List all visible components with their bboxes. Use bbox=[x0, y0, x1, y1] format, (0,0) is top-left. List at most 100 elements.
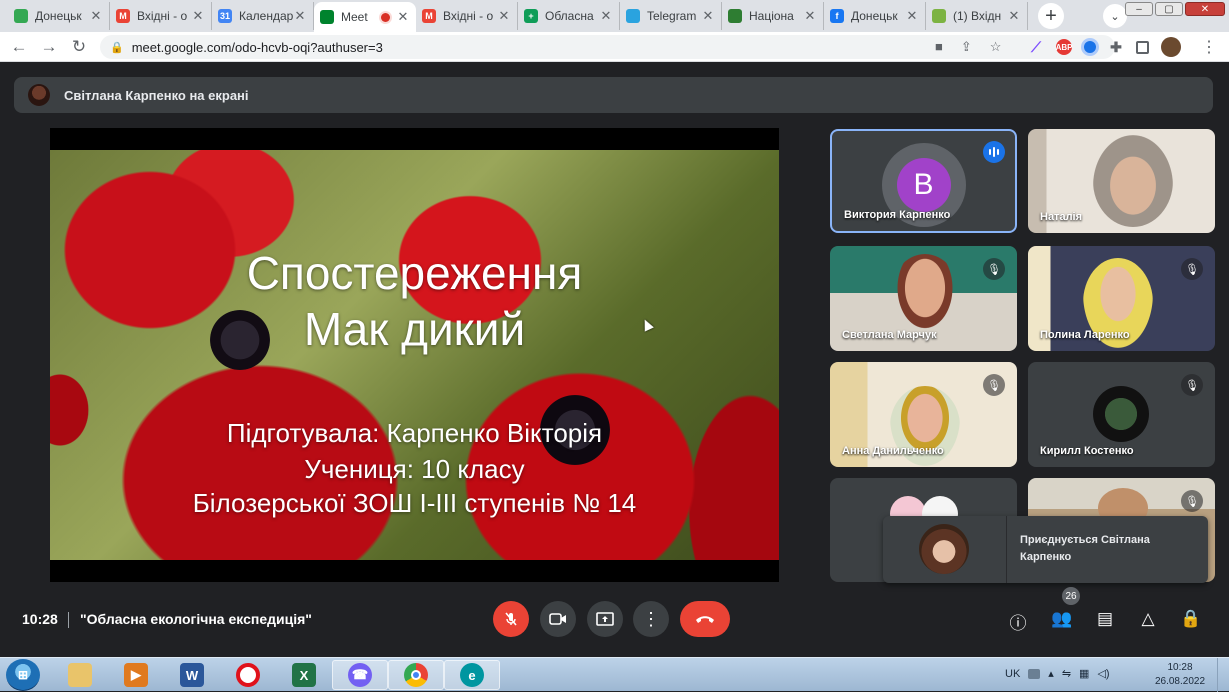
meet-control-bar: 10:28 "Обласна екологічна експедиція" ⋮ … bbox=[0, 587, 1229, 657]
gmail-favicon-icon: M bbox=[422, 9, 436, 23]
participant-tile[interactable]: 🎙 Кирилл Костенко bbox=[1028, 362, 1215, 467]
microphone-off-button[interactable] bbox=[493, 601, 529, 637]
browser-tab[interactable]: Meet ✕ bbox=[314, 2, 416, 32]
close-tab-icon[interactable]: ✕ bbox=[599, 8, 613, 24]
back-button[interactable]: ← bbox=[4, 37, 34, 57]
participant-video bbox=[1093, 135, 1173, 227]
slide-title-line-2: Мак дикий bbox=[303, 303, 526, 355]
browser-tab[interactable]: Донецьк ✕ bbox=[8, 2, 110, 30]
lock-icon: 🔒 bbox=[110, 41, 124, 54]
windows-taskbar: ⊞ ▶ W X ☎ e UK ▴ ⇋ ▦ ◁) 10:28 26.08.2022 bbox=[0, 657, 1229, 692]
adblock-extension-icon[interactable]: ABP bbox=[1056, 39, 1072, 55]
minimize-button[interactable]: – bbox=[1125, 2, 1153, 16]
blue-extension-icon[interactable] bbox=[1084, 41, 1096, 53]
volume-icon[interactable]: ◁) bbox=[1097, 667, 1109, 680]
participant-tile[interactable]: B Виктория Карпенко bbox=[830, 129, 1017, 233]
leave-call-button[interactable] bbox=[680, 601, 730, 637]
participant-tile[interactable]: Наталія bbox=[1028, 129, 1215, 233]
taskbar-media-player[interactable]: ▶ bbox=[108, 660, 164, 690]
participant-avatar bbox=[1093, 386, 1149, 442]
divider bbox=[68, 612, 69, 628]
camera-button[interactable] bbox=[540, 601, 576, 637]
more-options-button[interactable]: ⋮ bbox=[633, 601, 669, 637]
browser-menu-icon[interactable]: ⋮ bbox=[1201, 37, 1217, 57]
maximize-button[interactable]: ▢ bbox=[1155, 2, 1183, 16]
close-tab-icon[interactable]: ✕ bbox=[905, 8, 919, 24]
close-tab-icon[interactable]: ✕ bbox=[293, 8, 307, 24]
extension-icons: ⟋ ABP ✚ ⋮ bbox=[1028, 37, 1217, 57]
taskbar-chrome[interactable] bbox=[388, 660, 444, 690]
profile-avatar[interactable] bbox=[1161, 37, 1181, 57]
star-icon[interactable]: ☆ bbox=[990, 39, 1002, 55]
close-tab-icon[interactable]: ✕ bbox=[89, 8, 103, 24]
close-tab-icon[interactable]: ✕ bbox=[396, 9, 410, 25]
browser-tab[interactable]: Telegram ✕ bbox=[620, 2, 722, 30]
more-vertical-icon: ⋮ bbox=[642, 608, 660, 629]
browser-tab[interactable]: + Обласна ✕ bbox=[518, 2, 620, 30]
taskbar-viber[interactable]: ☎ bbox=[332, 660, 388, 690]
network-icon[interactable]: ▦ bbox=[1079, 667, 1089, 680]
participant-tile[interactable]: 🎙 Полина Ларенко bbox=[1028, 246, 1215, 351]
tab-title: Meet bbox=[341, 10, 368, 24]
telegram-favicon-icon bbox=[626, 9, 640, 23]
taskbar-eset[interactable]: e bbox=[444, 660, 500, 690]
mic-off-icon: 🎙 bbox=[1181, 374, 1203, 396]
participant-video bbox=[890, 254, 960, 339]
taskbar-opera[interactable] bbox=[220, 660, 276, 690]
browser-tab[interactable]: Націона ✕ bbox=[722, 2, 824, 30]
windows-logo-icon: ⊞ bbox=[17, 668, 29, 682]
side-panel-icon[interactable] bbox=[1136, 40, 1149, 54]
close-window-button[interactable]: ✕ bbox=[1185, 2, 1225, 16]
share-icon[interactable]: ⇪ bbox=[961, 39, 972, 55]
participant-tile[interactable]: 🎙 Светлана Марчук bbox=[830, 246, 1017, 351]
folder-icon bbox=[68, 663, 92, 687]
facebook-favicon-icon: f bbox=[830, 9, 844, 23]
new-tab-button[interactable]: + bbox=[1038, 3, 1064, 29]
present-screen-button[interactable] bbox=[587, 601, 623, 637]
forward-button[interactable]: → bbox=[34, 37, 64, 57]
start-button[interactable]: ⊞ bbox=[6, 659, 40, 691]
taskbar-word[interactable]: W bbox=[164, 660, 220, 690]
close-tab-icon[interactable]: ✕ bbox=[701, 8, 715, 24]
browser-tab[interactable]: 31 Календар ✕ bbox=[212, 2, 314, 30]
close-tab-icon[interactable]: ✕ bbox=[1007, 8, 1021, 24]
participant-name: Полина Ларенко bbox=[1040, 329, 1130, 341]
language-indicator[interactable]: UK bbox=[1005, 668, 1020, 680]
reload-button[interactable]: ↻ bbox=[64, 37, 94, 57]
taskbar-explorer[interactable] bbox=[52, 660, 108, 690]
close-tab-icon[interactable]: ✕ bbox=[497, 8, 511, 24]
tab-search-button[interactable]: ⌄ bbox=[1103, 4, 1127, 28]
viber-icon: ☎ bbox=[348, 663, 372, 687]
speaking-indicator-icon bbox=[983, 141, 1005, 163]
join-notification-text: Приєднується Світлана Карпенко bbox=[1020, 534, 1150, 563]
participant-tile[interactable]: 🎙 Анна Данильченко bbox=[830, 362, 1017, 467]
presenting-banner-text: Світлана Карпенко на екрані bbox=[64, 87, 249, 103]
puzzle-extensions-icon[interactable]: ✚ bbox=[1108, 39, 1124, 55]
close-tab-icon[interactable]: ✕ bbox=[803, 8, 817, 24]
close-tab-icon[interactable]: ✕ bbox=[191, 8, 205, 24]
eset-icon: e bbox=[460, 663, 484, 687]
host-controls-button[interactable]: 🔒 bbox=[1180, 609, 1202, 631]
chat-button[interactable]: ▤ bbox=[1094, 609, 1116, 631]
pen-extension-icon[interactable]: ⟋ bbox=[1028, 39, 1044, 55]
presentation-slide: Спостереження Мак дикий Підготувала: Кар… bbox=[50, 150, 779, 560]
show-hidden-icons[interactable]: ▴ bbox=[1048, 667, 1054, 680]
tab-title: Обласна bbox=[545, 9, 594, 23]
browser-tab[interactable]: M Вхідні - о ✕ bbox=[110, 2, 212, 30]
meeting-details-button[interactable]: ⓘ bbox=[1007, 609, 1029, 633]
browser-tab[interactable]: f Донецьк ✕ bbox=[824, 2, 926, 30]
activities-button[interactable]: △ bbox=[1137, 609, 1159, 631]
system-clock[interactable]: 10:28 26.08.2022 bbox=[1150, 661, 1210, 689]
show-desktop-button[interactable] bbox=[1217, 658, 1229, 692]
taskbar-excel[interactable]: X bbox=[276, 660, 332, 690]
participant-name: Светлана Марчук bbox=[842, 329, 937, 341]
people-button[interactable]: 👥 bbox=[1051, 609, 1073, 631]
browser-tab[interactable]: M Вхідні - о ✕ bbox=[416, 2, 518, 30]
camera-icon[interactable]: ■ bbox=[935, 39, 943, 55]
shield-favicon-icon bbox=[14, 9, 28, 23]
browser-tab[interactable]: (1) Вхідн ✕ bbox=[926, 2, 1028, 30]
mic-off-icon: 🎙 bbox=[983, 258, 1005, 280]
tab-title: (1) Вхідн bbox=[953, 9, 1002, 23]
chrome-icon bbox=[404, 663, 428, 687]
meeting-time: 10:28 bbox=[22, 611, 58, 627]
